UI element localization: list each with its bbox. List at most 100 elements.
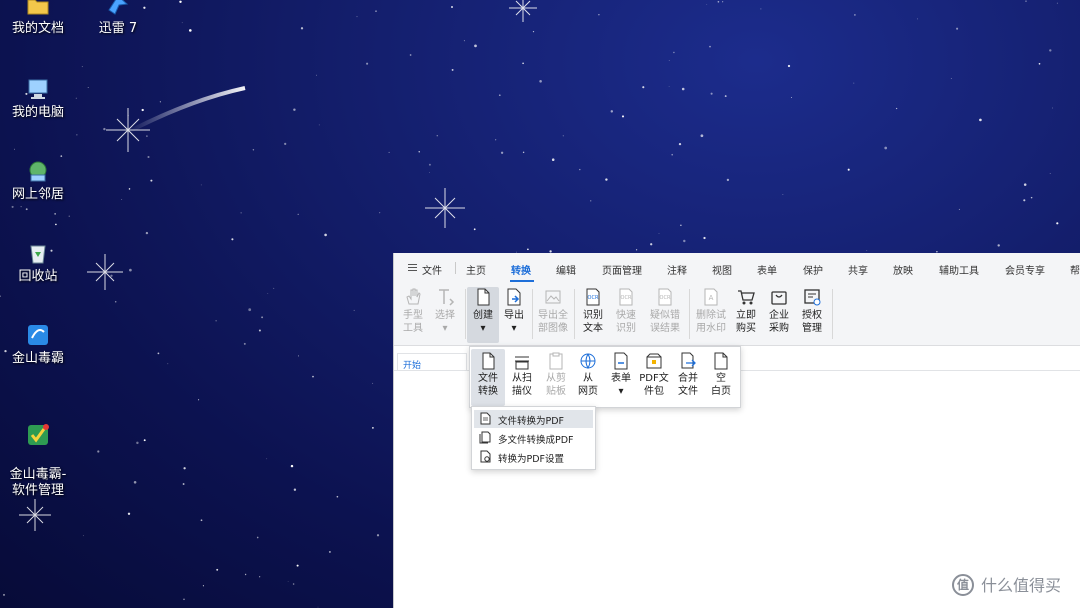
ocr-text-label: 识别 文本 bbox=[583, 310, 603, 334]
create-dropdown-panel: 文件 转换 从扫 描仪 从剪 贴板 从 网页 表单 ▾ PDF文 件包 合并 文… bbox=[469, 346, 741, 408]
star-flare bbox=[425, 188, 465, 228]
menu-file[interactable]: 文件 bbox=[422, 262, 442, 277]
tab-annotate[interactable]: 注释 bbox=[667, 262, 687, 277]
select-button[interactable]: 选择 ▾ bbox=[429, 287, 461, 335]
star bbox=[418, 151, 420, 153]
ocr-icon: OCR bbox=[586, 288, 600, 306]
tab-edit[interactable]: 编辑 bbox=[556, 262, 576, 277]
star bbox=[610, 110, 614, 113]
star bbox=[103, 127, 106, 131]
star bbox=[167, 363, 169, 365]
export-all-images-button[interactable]: 导出全 部图像 bbox=[534, 287, 572, 335]
blank-page-button[interactable]: 空 白页 bbox=[704, 349, 738, 398]
star bbox=[3, 593, 5, 596]
pdf-package-button[interactable]: PDF文 件包 bbox=[636, 349, 672, 398]
tab-view[interactable]: 视图 bbox=[712, 262, 732, 277]
star bbox=[81, 66, 83, 68]
quick-ocr-button[interactable]: OCR 快速 识别 bbox=[610, 287, 642, 335]
tab-home[interactable]: 主页 bbox=[466, 262, 486, 277]
desktop-icon-my-computer[interactable]: 我的电脑 bbox=[0, 76, 76, 121]
from-webpage-label: 从 网页 bbox=[578, 373, 598, 397]
document-tab-start[interactable]: 开始 bbox=[397, 353, 467, 371]
star bbox=[328, 550, 331, 553]
remove-trial-watermark-button[interactable]: A 删除试 用水印 bbox=[693, 287, 729, 335]
star bbox=[136, 441, 139, 445]
star bbox=[650, 243, 653, 246]
file-convert-icon bbox=[482, 352, 495, 370]
tab-protect[interactable]: 保护 bbox=[803, 262, 823, 277]
active-tab-underline bbox=[510, 280, 534, 282]
from-clipboard-button[interactable]: 从剪 贴板 bbox=[539, 349, 573, 398]
text-select-icon bbox=[439, 289, 455, 306]
merge-files-button[interactable]: 合并 文件 bbox=[671, 349, 705, 398]
computer-icon bbox=[28, 79, 48, 99]
star bbox=[495, 139, 497, 141]
desktop-icon-my-documents[interactable]: 我的文档 bbox=[0, 0, 76, 37]
star bbox=[183, 467, 186, 470]
desktop-icon-xunlei[interactable]: 迅雷 7 bbox=[80, 0, 156, 37]
export-label: 导出 bbox=[504, 310, 524, 321]
star bbox=[668, 86, 670, 88]
license-management-button[interactable]: 授权 管理 bbox=[796, 287, 828, 335]
file-convert-submenu: 文件转换为PDF 多文件转换成PDF 转换为PDF设置 bbox=[471, 406, 596, 470]
star bbox=[157, 352, 160, 355]
menu-item-convert-file-to-pdf[interactable]: 文件转换为PDF bbox=[474, 410, 593, 428]
desktop-icon-kingsoft-antivirus[interactable]: 金山毒霸 bbox=[0, 322, 76, 367]
star bbox=[353, 309, 355, 311]
star bbox=[188, 29, 192, 32]
star bbox=[451, 68, 454, 71]
star bbox=[68, 215, 70, 217]
tab-help[interactable]: 帮 bbox=[1070, 262, 1080, 277]
star bbox=[143, 439, 146, 442]
desktop-icon-network[interactable]: 网上邻居 bbox=[0, 158, 76, 203]
blank-page-icon bbox=[714, 352, 728, 370]
star bbox=[315, 74, 317, 76]
create-button[interactable]: 创建 ▾ bbox=[467, 287, 499, 343]
remove-trial-watermark-label: 删除试 用水印 bbox=[696, 310, 726, 334]
buy-now-button[interactable]: 立即 购买 bbox=[730, 287, 762, 335]
star bbox=[429, 172, 430, 173]
form-icon bbox=[614, 352, 628, 370]
tab-slideshow[interactable]: 放映 bbox=[893, 262, 913, 277]
star bbox=[1025, 0, 1027, 2]
hamburger-menu-icon[interactable] bbox=[408, 264, 417, 271]
desktop-icon-recycle-bin[interactable]: 回收站 bbox=[0, 240, 76, 285]
pdf-package-icon bbox=[646, 353, 662, 369]
tab-accessibility-tools[interactable]: 辅助工具 bbox=[939, 262, 979, 277]
form-button[interactable]: 表单 ▾ bbox=[604, 349, 638, 398]
star bbox=[324, 233, 327, 237]
tab-convert[interactable]: 转换 bbox=[511, 262, 531, 277]
star bbox=[673, 51, 675, 54]
star bbox=[787, 64, 791, 68]
star bbox=[244, 573, 247, 576]
menu-item-pdf-conversion-settings[interactable]: 转换为PDF设置 bbox=[474, 448, 593, 466]
file-convert-button[interactable]: 文件 转换 bbox=[471, 349, 505, 406]
desktop-icon-kingsoft-software-manager[interactable]: 金山毒霸- 软件管理 bbox=[0, 406, 76, 515]
star bbox=[256, 536, 259, 539]
ocr-text-button[interactable]: OCR 识别 文本 bbox=[577, 287, 609, 335]
star bbox=[129, 268, 132, 272]
from-webpage-button[interactable]: 从 网页 bbox=[571, 349, 605, 398]
enterprise-purchase-label: 企业 采购 bbox=[769, 310, 789, 334]
star bbox=[248, 308, 252, 312]
star bbox=[147, 155, 150, 159]
star bbox=[1056, 2, 1058, 4]
star bbox=[145, 231, 149, 235]
suspect-results-button[interactable]: OCR 疑似错 误结果 bbox=[646, 287, 684, 335]
star bbox=[474, 44, 477, 48]
export-button[interactable]: 导出 ▾ bbox=[498, 287, 530, 335]
create-label: 创建 bbox=[473, 310, 493, 321]
menu-item-batch-convert-to-pdf[interactable]: 多文件转换成PDF bbox=[474, 429, 593, 447]
enterprise-purchase-button[interactable]: 企业 采购 bbox=[763, 287, 795, 335]
tab-page-management[interactable]: 页面管理 bbox=[602, 262, 642, 277]
hand-tool-button[interactable]: 手型 工具 bbox=[397, 287, 429, 335]
from-scanner-button[interactable]: 从扫 描仪 bbox=[505, 349, 539, 398]
tab-member-exclusive[interactable]: 会员专享 bbox=[1005, 262, 1045, 277]
star bbox=[293, 108, 296, 111]
star bbox=[258, 329, 261, 332]
shopping-bag-icon bbox=[771, 291, 787, 305]
tab-form[interactable]: 表单 bbox=[757, 262, 777, 277]
tab-share[interactable]: 共享 bbox=[848, 262, 868, 277]
star bbox=[372, 382, 374, 384]
star bbox=[853, 82, 855, 84]
